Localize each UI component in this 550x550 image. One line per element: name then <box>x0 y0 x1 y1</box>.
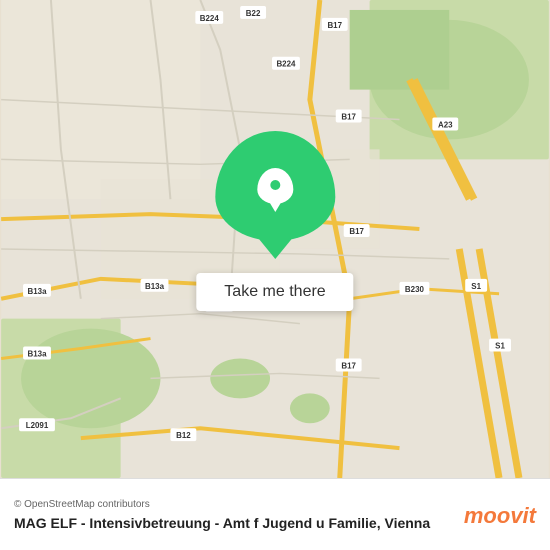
svg-text:S1: S1 <box>471 282 481 291</box>
map-container[interactable]: B17 B17 B17 B17 B224 B224 B224 B13a B1 <box>0 0 550 478</box>
take-me-there-button[interactable]: Take me there <box>196 273 353 311</box>
svg-text:B22: B22 <box>246 9 261 18</box>
svg-text:A23: A23 <box>438 120 453 129</box>
svg-text:B17: B17 <box>341 361 356 370</box>
pin-dot <box>270 180 280 190</box>
svg-text:B13a: B13a <box>145 282 165 291</box>
svg-text:L2091: L2091 <box>26 421 49 430</box>
svg-text:B224: B224 <box>276 60 296 69</box>
location-info: © OpenStreetMap contributors MAG ELF - I… <box>14 499 452 532</box>
app: B17 B17 B17 B17 B224 B224 B224 B13a B1 <box>0 0 550 550</box>
svg-text:B17: B17 <box>327 21 342 30</box>
svg-text:B17: B17 <box>341 113 356 122</box>
location-bubble <box>215 131 335 241</box>
moovit-brand-text: moovit <box>464 503 536 529</box>
button-overlay: Take me there <box>196 131 353 311</box>
osm-attribution: © OpenStreetMap contributors <box>14 499 452 510</box>
svg-text:S1: S1 <box>495 342 505 351</box>
svg-text:B13a: B13a <box>27 287 47 296</box>
svg-text:B12: B12 <box>176 431 191 440</box>
svg-text:B224: B224 <box>200 14 220 23</box>
svg-text:B230: B230 <box>405 285 425 294</box>
location-name: MAG ELF - Intensivbetreuung - Amt f Juge… <box>14 514 452 532</box>
location-pin-icon <box>257 168 293 204</box>
info-bar: © OpenStreetMap contributors MAG ELF - I… <box>0 478 550 550</box>
svg-text:B13a: B13a <box>27 350 47 359</box>
moovit-logo: moovit <box>464 503 536 529</box>
